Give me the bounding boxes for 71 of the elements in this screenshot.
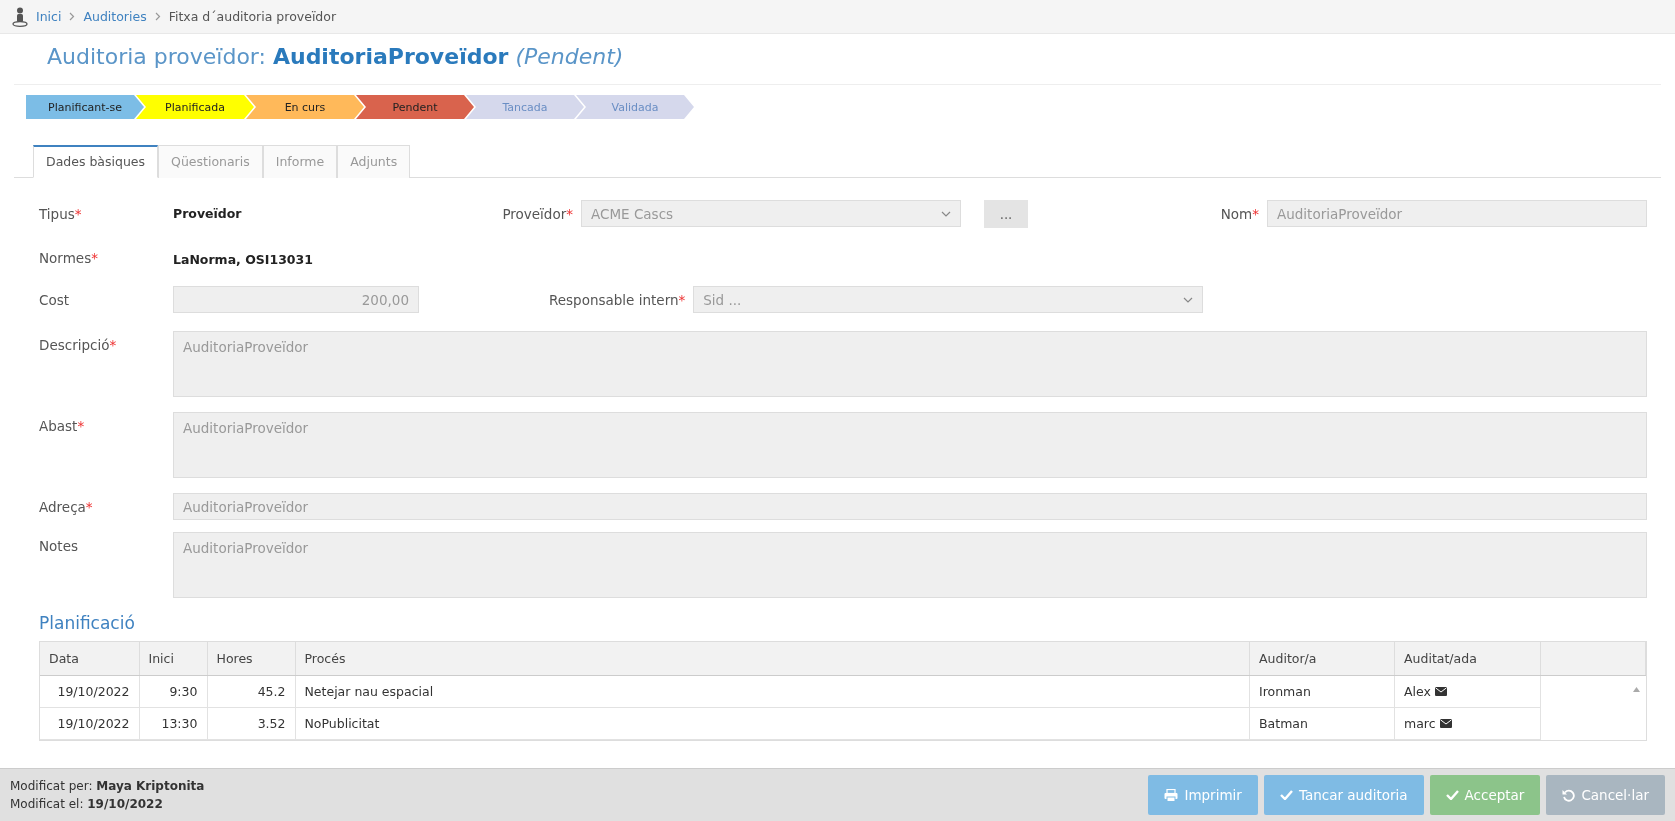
table-cell: 9:30 bbox=[169, 684, 198, 699]
select-field[interactable]: Sid ... bbox=[693, 286, 1204, 313]
section-title: Planificació bbox=[39, 613, 136, 633]
field-label: Adreça* bbox=[39, 498, 94, 515]
footer-button[interactable]: Acceptar bbox=[1429, 775, 1541, 815]
browse-button[interactable]: ... bbox=[984, 200, 1028, 228]
status-step: Planificant-se bbox=[26, 95, 144, 119]
chevron-icon bbox=[154, 12, 161, 21]
chevron-icon bbox=[69, 12, 76, 21]
caret-icon bbox=[1183, 296, 1194, 303]
footer-button[interactable]: Tancar auditoria bbox=[1263, 775, 1424, 815]
status-step: Validada bbox=[576, 95, 694, 119]
table-cell: 3.52 bbox=[257, 716, 286, 731]
current-page-text: Fitxa d´auditoria proveïdor bbox=[168, 9, 337, 24]
tab[interactable]: Qüestionaris bbox=[158, 145, 263, 178]
modified-date-text: Modificat el: 19/10/2022 bbox=[10, 797, 164, 811]
field-label: Responsable intern* bbox=[549, 291, 687, 308]
undo-icon bbox=[1562, 788, 1576, 802]
tab[interactable]: Adjunts bbox=[337, 145, 411, 178]
caret-icon bbox=[941, 210, 951, 217]
table-cell: 19/10/2022 bbox=[57, 716, 130, 731]
envelope-icon[interactable] bbox=[1434, 687, 1447, 696]
breadcrumb-link[interactable]: Auditories bbox=[83, 9, 147, 24]
check-icon bbox=[1445, 790, 1459, 800]
status-step: Pendent bbox=[356, 95, 474, 119]
table-cell: Batman bbox=[1259, 716, 1308, 731]
status-step: Tancada bbox=[466, 95, 584, 119]
field-label: Descripció* bbox=[39, 336, 118, 353]
field-value: Proveïdor bbox=[173, 205, 243, 221]
page-title: Auditoria proveïdor: AuditoriaProveïdor (Pendent) bbox=[47, 44, 625, 71]
column-header: Auditat/ada bbox=[1394, 642, 1541, 676]
footer-button[interactable]: Cancel·lar bbox=[1546, 775, 1665, 815]
column-header: Hores bbox=[207, 642, 295, 676]
field-value: LaNorma, OSI13031 bbox=[173, 251, 314, 267]
field-label: Tipus* bbox=[39, 205, 83, 222]
table-cell: NoPublicitat bbox=[304, 716, 380, 731]
status-step: Planificada bbox=[136, 95, 254, 119]
field-label: Notes bbox=[39, 537, 79, 554]
table-cell: marc bbox=[1404, 716, 1436, 731]
column-header: Auditor/a bbox=[1249, 642, 1395, 676]
breadcrumb-link[interactable]: Inici bbox=[36, 9, 62, 24]
tab[interactable]: Dades bàsiques bbox=[33, 145, 159, 178]
column-header: Procés bbox=[295, 642, 1250, 676]
field-label: Cost bbox=[39, 291, 70, 308]
table-cell: 45.2 bbox=[257, 684, 286, 699]
column-header: Inici bbox=[139, 642, 207, 676]
person-icon bbox=[12, 6, 28, 27]
tab[interactable]: Informe bbox=[262, 145, 338, 178]
field-label: Proveïdor* bbox=[501, 205, 574, 222]
text-area[interactable]: AuditoriaProveïdor bbox=[173, 532, 1647, 598]
envelope-icon[interactable] bbox=[1439, 719, 1452, 728]
column-header: Data bbox=[40, 642, 139, 676]
select-field[interactable]: ACME Cascs bbox=[581, 200, 961, 227]
table-cell: Ironman bbox=[1259, 684, 1311, 699]
text-area[interactable]: AuditoriaProveïdor bbox=[173, 412, 1647, 478]
table-cell: Alex bbox=[1404, 684, 1431, 699]
printer-icon bbox=[1164, 788, 1179, 802]
input-field[interactable]: AuditoriaProveïdor bbox=[1267, 200, 1647, 227]
field-label: Nom* bbox=[1220, 205, 1260, 222]
text-area[interactable]: AuditoriaProveïdor bbox=[173, 331, 1647, 397]
field-label: Abast* bbox=[39, 417, 86, 434]
check-icon bbox=[1279, 790, 1293, 800]
input-field[interactable]: AuditoriaProveïdor bbox=[173, 493, 1647, 520]
status-step: En curs bbox=[246, 95, 364, 119]
table-cell: Netejar nau espacial bbox=[304, 684, 434, 699]
modified-by-text: Modificat per: Maya Kriptonita bbox=[10, 779, 205, 793]
table-cell: 19/10/2022 bbox=[57, 684, 130, 699]
field-label: Normes* bbox=[39, 249, 99, 266]
footer-button[interactable]: Imprimir bbox=[1148, 775, 1258, 815]
input-field[interactable]: 200,00 bbox=[173, 286, 419, 313]
table-cell: 13:30 bbox=[161, 716, 198, 731]
